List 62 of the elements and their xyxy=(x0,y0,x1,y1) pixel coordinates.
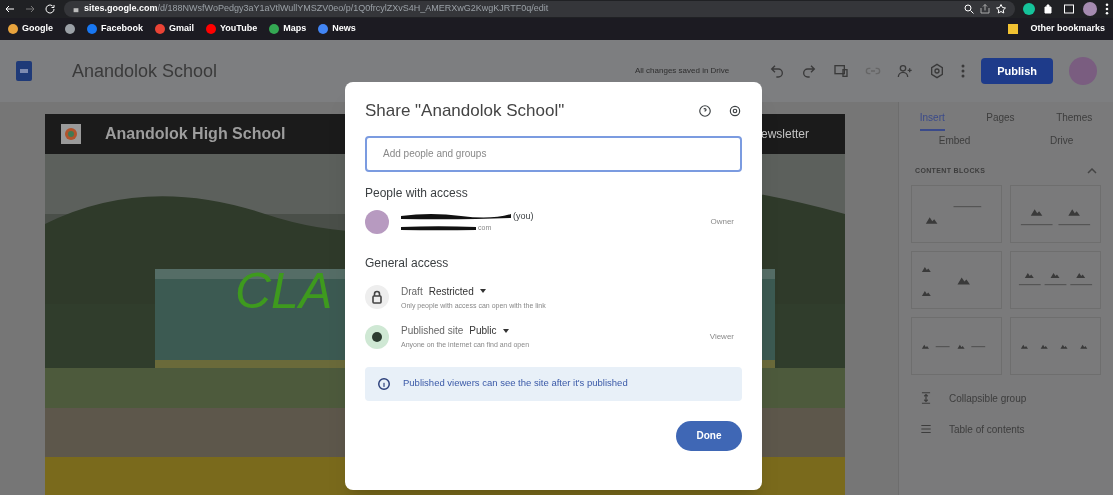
collapse-icon[interactable] xyxy=(919,391,933,405)
access-label: Published site xyxy=(401,324,464,338)
settings-icon[interactable] xyxy=(728,103,742,118)
person-name-suffix: (you) xyxy=(513,209,534,223)
add-person-icon[interactable] xyxy=(897,63,914,79)
layout-block-tile[interactable] xyxy=(911,250,1002,309)
nav-link[interactable]: ewsletter xyxy=(760,125,809,143)
help-icon[interactable] xyxy=(698,103,712,118)
hero-title: CLA xyxy=(235,266,333,316)
add-people-field[interactable]: Add people and groups xyxy=(365,135,742,172)
publish-button[interactable]: Publish xyxy=(981,58,1053,84)
caret-icon xyxy=(502,328,509,333)
bookmark-link[interactable]: Other bookmarks xyxy=(1030,22,1105,36)
layout-block-tile[interactable] xyxy=(911,316,1002,375)
star-icon[interactable] xyxy=(995,3,1007,15)
access-dropdown[interactable]: Public xyxy=(469,323,509,338)
undo-icon[interactable] xyxy=(769,63,786,79)
person-avatar xyxy=(365,209,389,234)
extension-icon[interactable] xyxy=(1023,3,1035,15)
back-icon[interactable] xyxy=(4,3,16,15)
bookmark-link[interactable]: Maps xyxy=(283,22,307,36)
bookmark-link[interactable]: YouTube xyxy=(220,22,258,36)
school-name: Anandolok High School xyxy=(105,124,286,144)
profile-avatar[interactable] xyxy=(1083,2,1097,16)
preview-icon[interactable] xyxy=(833,63,850,79)
lock-icon xyxy=(365,285,389,310)
dialog-title: Share "Anandolok School" xyxy=(365,100,565,122)
share-icon[interactable] xyxy=(979,3,991,15)
redo-icon[interactable] xyxy=(801,63,818,79)
layout-block-tile[interactable] xyxy=(911,184,1002,243)
section-heading: People with access xyxy=(365,184,469,202)
search-icon[interactable] xyxy=(963,3,975,15)
info-text: Published viewers can see the site after it's published xyxy=(403,376,628,391)
done-button[interactable]: Done xyxy=(676,420,742,451)
reload-icon[interactable] xyxy=(44,3,56,15)
site-title: Anandolok School xyxy=(72,59,218,83)
layout-block-tile[interactable] xyxy=(1010,184,1101,243)
address-bar[interactable]: sites.google.com/d/188NWsfWoPedgy3aY1aVtlWullYMSZV0eo/p/1Q0frcylZXvS4H_AMERXwG2KwgKJRTF0q/edit xyxy=(64,1,1015,17)
folder-icon xyxy=(1008,24,1019,34)
more-icon[interactable] xyxy=(1105,3,1109,15)
sites-logo-icon xyxy=(16,61,32,81)
save-status: All changes saved in Drive xyxy=(635,65,730,77)
access-dropdown[interactable]: Restricted xyxy=(428,283,486,299)
role-dropdown[interactable]: Viewer xyxy=(709,330,734,343)
info-icon xyxy=(377,376,391,391)
bookmark-link[interactable]: Google xyxy=(22,22,53,36)
school-logo-icon xyxy=(61,124,81,144)
chevron-icon[interactable] xyxy=(1087,168,1097,175)
layout-block-tile[interactable] xyxy=(1010,250,1101,309)
access-label: Draft xyxy=(401,284,423,299)
globe-icon xyxy=(365,324,389,349)
caret-icon xyxy=(479,289,486,293)
layout-block-tile[interactable] xyxy=(1010,316,1101,375)
bookmark-link[interactable]: Facebook xyxy=(101,22,143,36)
bookmark-link[interactable]: News xyxy=(332,22,356,36)
list-icon[interactable] xyxy=(919,422,933,436)
lock-icon xyxy=(72,5,80,13)
sidebar-icon[interactable] xyxy=(1063,3,1075,15)
url-text: sites.google.com/d/188NWsfWoPedgy3aY1aVtlWullYMSZV0eo/p/1Q0frcylZXvS4H_AMERXwG2KwgKJRTF0q/edit xyxy=(84,2,549,16)
forward-icon[interactable] xyxy=(24,3,36,15)
bookmark-link[interactable]: Gmail xyxy=(169,22,195,36)
section-heading: General access xyxy=(365,254,450,272)
